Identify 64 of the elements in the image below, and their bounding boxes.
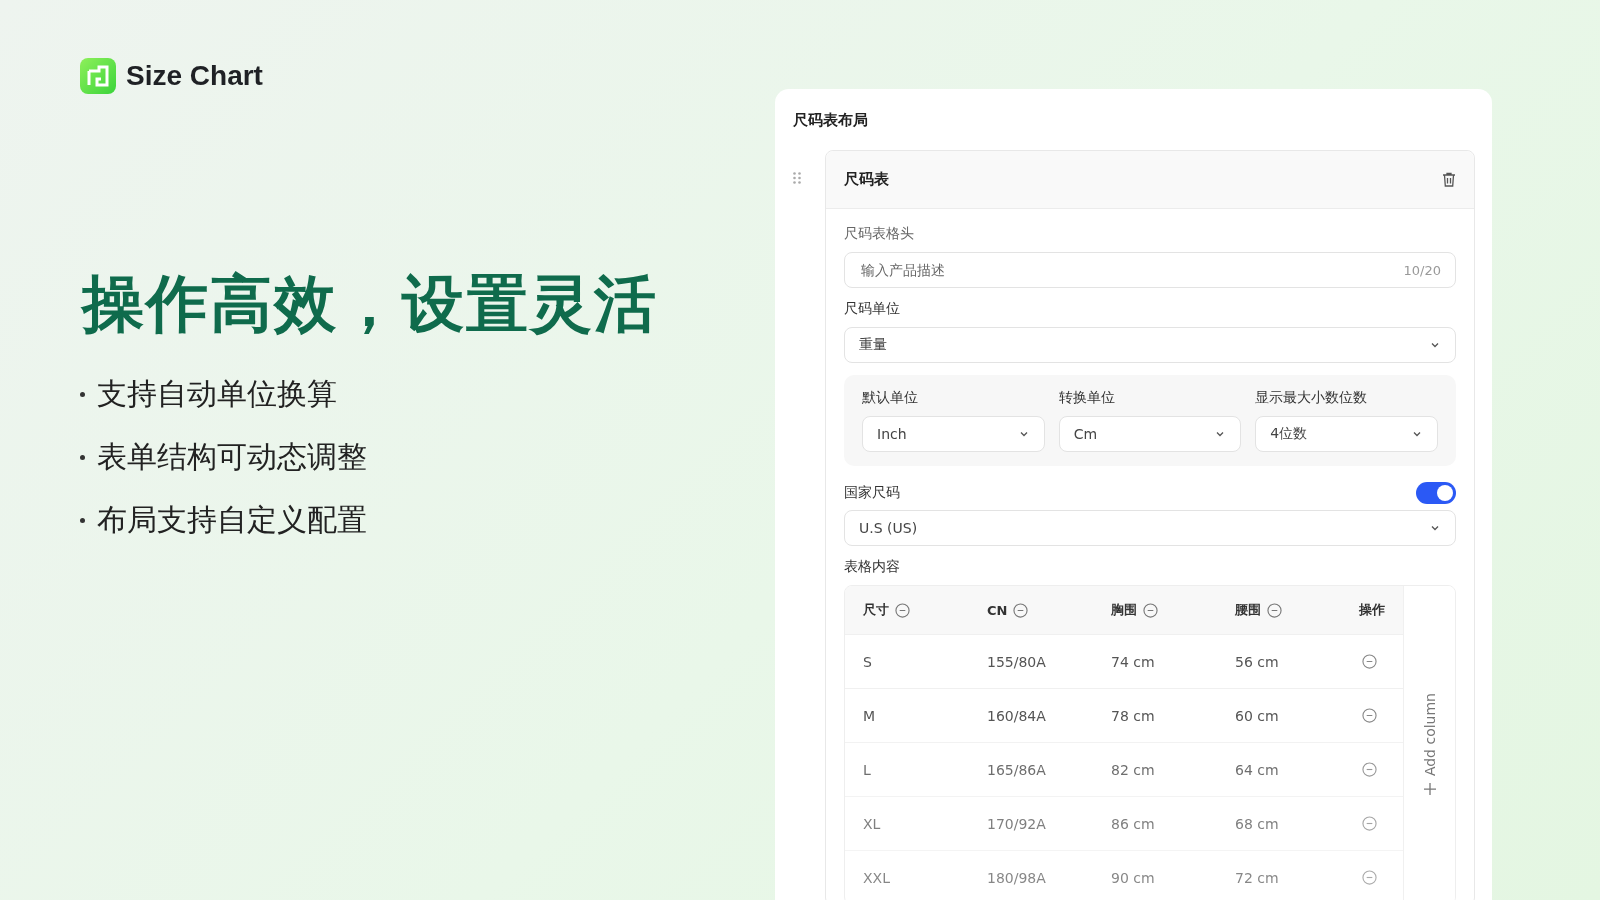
option-select[interactable]: Inch	[862, 416, 1045, 452]
table-cell-text: 155/80A	[987, 653, 1047, 670]
table-cell-text: M	[863, 707, 877, 724]
minus-circle-icon[interactable]	[1362, 816, 1377, 831]
field-label: 表格内容	[844, 558, 901, 576]
feature-text: 支持自动单位换算	[97, 375, 337, 413]
unit-select[interactable]: 重量	[844, 327, 1456, 363]
field-label: 显示最大小数位数	[1255, 389, 1369, 407]
table-cell-text: XL	[863, 815, 882, 832]
table-cell-text: L	[863, 761, 872, 778]
add-column-button[interactable]: Add column	[1403, 586, 1455, 900]
column-header: CN	[987, 602, 1008, 618]
logo-icon	[80, 58, 116, 94]
table-cell-text: 64 cm	[1235, 761, 1280, 778]
table-cell-text: 68 cm	[1235, 815, 1280, 832]
char-counter: 10/20	[1403, 262, 1441, 278]
table-cell-text: 170/92A	[987, 815, 1047, 832]
header-input-field[interactable]: 输入产品描述	[859, 261, 1404, 279]
field-label: 默认单位	[862, 389, 919, 407]
section-title: 尺码表	[844, 170, 889, 189]
table-cell-text: 56 cm	[1235, 653, 1280, 670]
minus-circle-icon[interactable]	[1013, 602, 1029, 618]
drag-handle-icon[interactable]	[793, 172, 801, 184]
feature-text: 布局支持自定义配置	[97, 501, 367, 539]
table-cell-text: 72 cm	[1235, 869, 1280, 886]
field-label: 转换单位	[1058, 389, 1116, 407]
column-header: 腰围	[1235, 601, 1261, 619]
table-cell-text: 82 cm	[1111, 761, 1156, 778]
column-header: 尺寸	[863, 601, 889, 619]
table-cell-text: 180/98A	[987, 869, 1047, 886]
minus-circle-icon[interactable]	[1362, 870, 1377, 885]
field-label: 尺码单位	[844, 300, 901, 318]
bullet-icon	[80, 455, 85, 460]
feature-text: 表单结构可动态调整	[97, 438, 367, 476]
field-label: 尺码表格头	[844, 225, 915, 243]
minus-circle-icon[interactable]	[1362, 654, 1377, 669]
table-cell-text: 60 cm	[1235, 707, 1280, 724]
table-cell-text: XXL	[863, 869, 891, 886]
option-select[interactable]: Cm	[1058, 416, 1242, 452]
column-header: 胸围	[1111, 601, 1137, 619]
minus-circle-icon[interactable]	[1362, 762, 1377, 777]
country-select[interactable]: U.S (US)	[844, 510, 1456, 546]
plus-icon	[1422, 782, 1437, 797]
bullet-icon	[80, 392, 85, 397]
minus-circle-icon[interactable]	[1362, 708, 1377, 723]
headline: 操作高效，设置灵活	[82, 266, 659, 342]
toggle-switch[interactable]	[1416, 482, 1456, 504]
option-select[interactable]: 4位数	[1255, 416, 1438, 452]
bullet-icon	[80, 518, 85, 523]
table-cell-text: 86 cm	[1111, 815, 1156, 832]
minus-circle-icon[interactable]	[1143, 602, 1158, 618]
table-cell-text: 160/84A	[987, 707, 1047, 724]
table-cell-text: 90 cm	[1111, 869, 1156, 886]
card-title: 尺码表布局	[793, 111, 869, 130]
trash-icon[interactable]	[1442, 172, 1456, 187]
table-cell-text: S	[863, 653, 873, 670]
minus-circle-icon[interactable]	[1267, 602, 1282, 618]
field-label: 国家尺码	[844, 484, 900, 502]
table-cell-text: 74 cm	[1111, 653, 1156, 670]
minus-circle-icon[interactable]	[895, 602, 910, 618]
brand-name: Size Chart	[126, 60, 263, 92]
column-header: 操作	[1359, 601, 1385, 619]
table-cell-text: 78 cm	[1111, 707, 1156, 724]
table-cell-text: 165/86A	[987, 761, 1047, 778]
